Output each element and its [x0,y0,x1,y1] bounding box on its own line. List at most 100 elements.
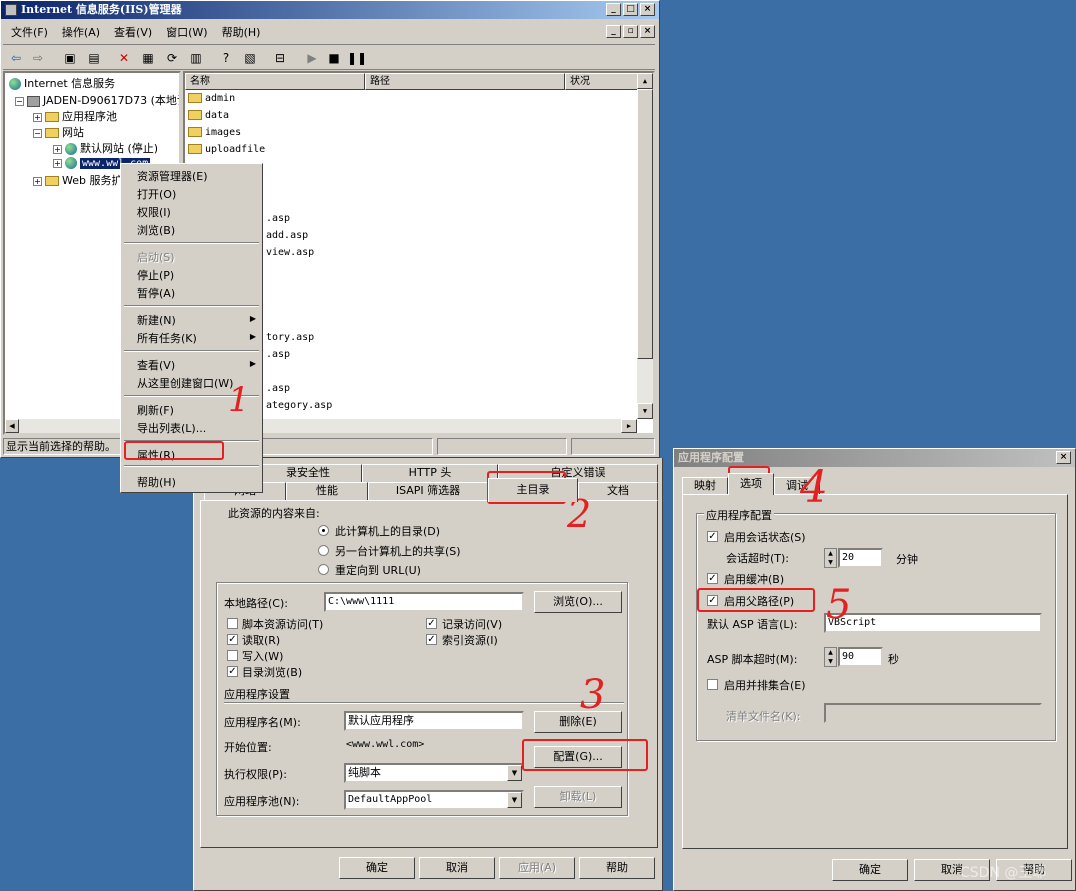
write-label[interactable]: 写入(W) [242,648,283,664]
expand-icon[interactable]: + [53,144,62,154]
menu-help[interactable]: 帮助(H) [222,26,261,39]
ok-button[interactable]: 确定 [832,859,908,881]
list-item[interactable]: .asp [266,349,290,360]
chevron-down-icon[interactable]: ▼ [507,765,522,781]
tree-web-ext[interactable]: + Web 服务扩 [33,172,122,188]
minimize-icon[interactable]: _ [606,3,621,16]
radio-local-directory[interactable] [318,525,329,536]
list-item[interactable]: .asp [266,383,290,394]
list-item[interactable]: view.asp [266,247,314,258]
index-resource-checkbox[interactable]: ✓ [426,634,437,645]
tab-directory-security[interactable]: 录安全性 [254,464,362,482]
session-timeout-spinner[interactable]: ▲ ▼ [824,548,837,568]
write-checkbox[interactable] [227,650,238,661]
menu-window[interactable]: 窗口(W) [166,26,207,39]
help-icon[interactable]: ? [217,49,235,67]
radio-redirect-url-label[interactable]: 重定向到 URL(U) [335,562,421,578]
menu-item-refresh[interactable]: 刷新(F) [137,402,174,418]
child-minimize-icon[interactable]: _ [606,25,621,38]
scroll-thumb[interactable] [637,89,653,359]
expand-icon[interactable]: + [33,112,42,122]
radio-redirect-url[interactable] [318,564,329,575]
dir-browse-checkbox[interactable]: ✓ [227,666,238,677]
menu-item-open[interactable]: 打开(O) [137,186,176,202]
app-name-input[interactable]: 默认应用程序 [344,711,524,731]
maximize-icon[interactable]: □ [623,3,638,16]
tab-performance[interactable]: 性能 [286,482,368,500]
read-checkbox[interactable]: ✓ [227,634,238,645]
close-icon[interactable]: × [640,3,655,16]
radio-network-share-label[interactable]: 另一台计算机上的共享(S) [335,543,461,559]
tab-isapi-filters[interactable]: ISAPI 筛选器 [368,482,488,500]
expand-icon[interactable]: + [33,176,42,186]
exec-permission-select[interactable]: 纯脚本 [344,763,524,783]
apply-button[interactable]: 应用(A) [499,857,575,879]
script-source-checkbox[interactable] [227,618,238,629]
script-timeout-spinner[interactable]: ▲ ▼ [824,647,837,667]
col-name[interactable]: 名称 [185,73,365,90]
dir-browse-label[interactable]: 目录浏览(B) [242,664,302,680]
tree-root[interactable]: Internet 信息服务 [9,75,115,91]
delete-icon[interactable]: ✕ [115,49,133,67]
scroll-down-icon[interactable]: ▼ [637,403,653,419]
close-icon[interactable]: × [1056,451,1071,464]
session-state-checkbox[interactable]: ✓ [707,531,718,542]
session-timeout-input[interactable]: 20 [838,548,883,568]
script-source-label[interactable]: 脚本资源访问(T) [242,616,323,632]
menu-item-browse[interactable]: 浏览(B) [137,222,175,238]
computer-icon[interactable]: ⊟ [271,49,289,67]
menu-item-explorer[interactable]: 资源管理器(E) [137,168,208,184]
list-item[interactable]: .asp [266,213,290,224]
ok-button[interactable]: 确定 [339,857,415,879]
app-pool-select[interactable]: DefaultAppPool [344,790,524,810]
log-visits-label[interactable]: 记录访问(V) [442,616,502,632]
show-tree-icon[interactable]: ▤ [85,49,103,67]
buffering-checkbox[interactable]: ✓ [707,573,718,584]
tree-default-site[interactable]: + 默认网站 (停止) [53,140,158,156]
back-icon[interactable]: ⇦ [7,49,25,67]
menu-item-export[interactable]: 导出列表(L)... [137,420,206,436]
list-item[interactable]: tory.asp [266,332,314,343]
scroll-up-icon[interactable]: ▲ [637,73,653,89]
refresh-icon[interactable]: ⟳ [163,49,181,67]
list-item[interactable]: data [188,110,229,121]
list-vscrollbar[interactable]: ▲ ▼ [637,73,653,419]
buffering-label[interactable]: 启用缓冲(B) [724,571,784,587]
menu-item-new[interactable]: 新建(N) [137,312,176,328]
unload-button[interactable]: 卸载(L) [534,786,622,808]
menu-file[interactable]: 文件(F) [11,26,48,39]
menu-item-stop[interactable]: 停止(P) [137,267,174,283]
export-icon[interactable]: ▥ [187,49,205,67]
menu-item-help[interactable]: 帮助(H) [137,474,176,490]
list-item[interactable]: add.asp [266,230,308,241]
console-icon[interactable]: ▧ [241,49,259,67]
manifest-input[interactable] [824,703,1042,723]
help-button[interactable]: 帮助 [579,857,655,879]
properties-icon[interactable]: ▦ [139,49,157,67]
tab-options[interactable]: 选项 [728,473,774,495]
tree-websites[interactable]: − 网站 [33,124,84,140]
list-item[interactable]: images [188,127,241,138]
tab-http-headers[interactable]: HTTP 头 [362,464,498,482]
tree-server[interactable]: − JADEN-D90617D73 (本地计 [15,92,179,108]
scroll-right-icon[interactable]: ▶ [621,419,637,433]
play-icon[interactable]: ▶ [303,49,321,67]
menu-item-permissions[interactable]: 权限(I) [137,204,171,220]
radio-network-share[interactable] [318,545,329,556]
read-label[interactable]: 读取(R) [242,632,280,648]
menu-item-all-tasks[interactable]: 所有任务(K) [137,330,197,346]
script-timeout-input[interactable]: 90 [838,647,883,667]
menu-item-view[interactable]: 查看(V) [137,357,175,373]
side-by-side-checkbox[interactable] [707,679,718,690]
tab-home-directory[interactable]: 主目录 [488,478,578,502]
browse-button[interactable]: 浏览(O)... [534,591,622,613]
list-item[interactable]: admin [188,93,235,104]
tab-mappings[interactable]: 映射 [682,477,728,495]
radio-local-directory-label[interactable]: 此计算机上的目录(D) [335,523,440,539]
menu-item-new-window[interactable]: 从这里创建窗口(W) [137,375,233,391]
side-by-side-label[interactable]: 启用并排集合(E) [724,677,806,693]
stop-icon[interactable]: ■ [325,49,343,67]
expand-icon[interactable]: + [53,158,62,168]
asp-language-input[interactable]: VBScript [824,613,1042,633]
up-folder-icon[interactable]: ▣ [61,49,79,67]
